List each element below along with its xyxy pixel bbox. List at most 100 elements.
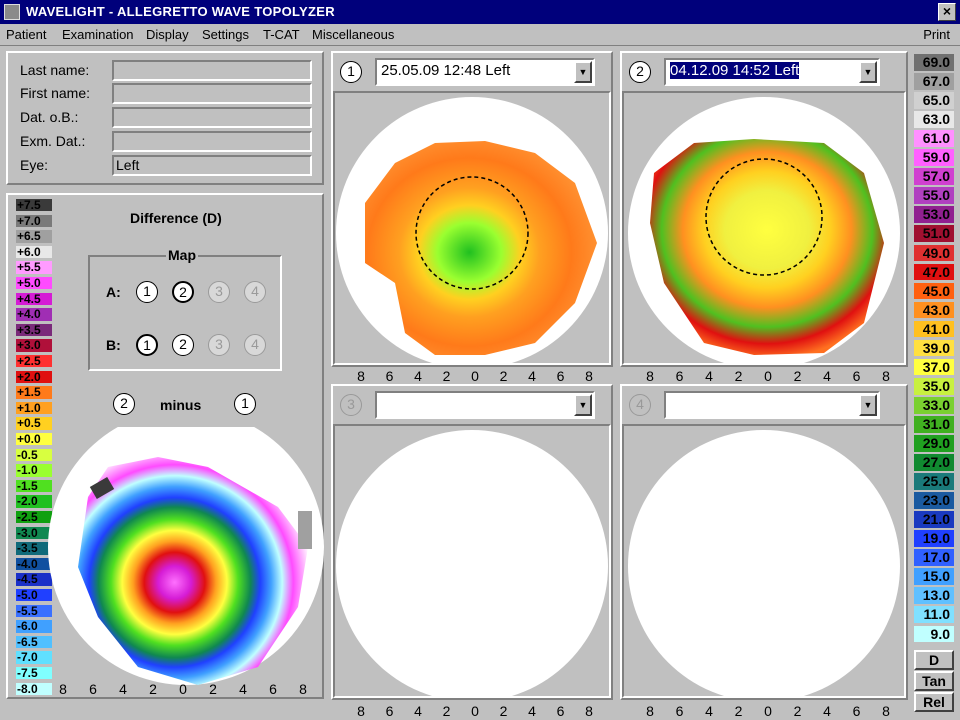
- axis-label: 6: [269, 681, 277, 697]
- axis-label: 6: [556, 703, 565, 719]
- axis-label: 2: [793, 368, 802, 384]
- map-2-exam-select[interactable]: 04.12.09 14:52 Left ▼: [664, 58, 880, 86]
- scale-value: 45.0: [914, 282, 954, 301]
- map-3-area: [333, 424, 611, 702]
- axis-label: 8: [882, 703, 890, 719]
- scale-value: 65.0: [914, 92, 954, 110]
- menu-display[interactable]: Display: [146, 27, 189, 42]
- difference-scale-value: +4.0: [16, 308, 52, 321]
- map-a-button-3[interactable]: 3: [208, 281, 230, 303]
- axis-label: 4: [823, 368, 831, 384]
- axis-label: 2: [209, 681, 217, 697]
- map-2-exam-value: 04.12.09 14:52 Left: [670, 62, 800, 79]
- axis-label: 6: [852, 368, 861, 384]
- difference-panel: +7.5 +7.0 +6.5 +6.0 +5.5 +5.0 +4.5 +4.0 +3.5 +3.0…: [6, 193, 324, 699]
- scale-value: 61.0: [914, 130, 954, 148]
- map-group-label: Map: [166, 247, 198, 263]
- axis-label: 6: [675, 703, 684, 719]
- difference-title: Difference (D): [130, 210, 222, 226]
- dropdown-arrow-icon[interactable]: ▼: [859, 61, 877, 83]
- scale-value: 41.0: [914, 320, 954, 339]
- scale-button-tan[interactable]: Tan: [914, 671, 954, 691]
- menu-examination[interactable]: Examination: [62, 27, 134, 42]
- scale-value: 33.0: [914, 396, 954, 415]
- axis-label: 2: [734, 368, 743, 384]
- map-4-area: [622, 424, 906, 702]
- exam-date-field[interactable]: [112, 131, 312, 152]
- row-a-label: A:: [106, 284, 121, 300]
- first-name-field[interactable]: [112, 83, 312, 104]
- close-button[interactable]: ×: [938, 3, 956, 21]
- scale-value: 15.0: [914, 568, 954, 587]
- eye-label: Eye:: [20, 157, 49, 173]
- map-b-button-2[interactable]: 2: [172, 334, 194, 356]
- map-b-button-3[interactable]: 3: [208, 334, 230, 356]
- axis-label: 4: [823, 703, 831, 719]
- scale-value: 31.0: [914, 415, 954, 434]
- axis-label: 4: [414, 703, 422, 719]
- axis-label: 6: [852, 703, 861, 719]
- app-icon: [4, 4, 20, 20]
- difference-scale-value: -3.5: [16, 542, 52, 555]
- axis-label: 8: [357, 368, 365, 384]
- difference-scale-value: -3.0: [16, 526, 52, 539]
- axis-label: 6: [556, 368, 565, 384]
- map-1-exam-select[interactable]: 25.05.09 12:48 Left ▼: [375, 58, 595, 86]
- dropdown-arrow-icon[interactable]: ▼: [574, 61, 592, 83]
- difference-scale-value: +3.0: [16, 339, 52, 352]
- axis-label: 0: [471, 703, 479, 719]
- scale-value: 11.0: [914, 606, 954, 625]
- axis-label: 2: [442, 703, 451, 719]
- scale-value: 53.0: [914, 206, 954, 225]
- scale-value: 57.0: [914, 168, 954, 186]
- menu-miscellaneous[interactable]: Miscellaneous: [312, 27, 394, 42]
- dropdown-arrow-icon[interactable]: ▼: [859, 394, 877, 416]
- map-1-number: 1: [340, 61, 362, 83]
- difference-scale-value: +2.0: [16, 370, 52, 383]
- exam-date-label: Exm. Dat.:: [20, 133, 86, 149]
- scale-value: 17.0: [914, 549, 954, 567]
- axis-label: 0: [764, 368, 772, 384]
- axis-label: 2: [734, 703, 743, 719]
- axis-label: 8: [646, 368, 654, 384]
- map-b-button-1[interactable]: 1: [136, 334, 158, 356]
- map-a-button-4[interactable]: 4: [244, 281, 266, 303]
- map-1-area: [333, 91, 611, 369]
- map-3-number: 3: [340, 394, 362, 416]
- scale-value: 39.0: [914, 339, 954, 358]
- menu-settings[interactable]: Settings: [202, 27, 249, 42]
- scale-value: 21.0: [914, 511, 954, 529]
- axis-label: 6: [675, 368, 684, 384]
- map-2-area: [622, 91, 906, 369]
- difference-scale-value: +2.5: [16, 355, 52, 368]
- map-b-button-4[interactable]: 4: [244, 334, 266, 356]
- axis-label: 6: [385, 703, 394, 719]
- map-a-button-2[interactable]: 2: [172, 281, 194, 303]
- scale-value: 9.0: [914, 625, 954, 644]
- map-3-exam-select[interactable]: ▼: [375, 391, 595, 419]
- scale-value: 43.0: [914, 301, 954, 320]
- dropdown-arrow-icon[interactable]: ▼: [574, 394, 592, 416]
- menu-patient[interactable]: Patient: [6, 27, 46, 42]
- last-name-field[interactable]: [112, 60, 312, 81]
- axis-label: 4: [705, 368, 713, 384]
- scale-button-rel[interactable]: Rel: [914, 692, 954, 712]
- dob-field[interactable]: [112, 107, 312, 128]
- difference-scale-value: -0.5: [16, 448, 52, 461]
- menu-tcat[interactable]: T-CAT: [263, 27, 300, 42]
- map-a-button-1[interactable]: 1: [136, 281, 158, 303]
- menu-print[interactable]: Print: [923, 27, 950, 42]
- difference-scale-value: +0.5: [16, 417, 52, 430]
- axis-label: 2: [499, 703, 508, 719]
- scale-button-d[interactable]: D: [914, 650, 954, 670]
- axis-label: 4: [414, 368, 422, 384]
- difference-scale-value: -5.0: [16, 589, 52, 602]
- axis-label: 8: [882, 368, 890, 384]
- map-2-number: 2: [629, 61, 651, 83]
- map-4-exam-select[interactable]: ▼: [664, 391, 880, 419]
- scale-value: 47.0: [914, 263, 954, 282]
- eye-field[interactable]: Left: [112, 155, 312, 176]
- difference-scale-value: -6.0: [16, 620, 52, 633]
- axis-label: 8: [585, 703, 593, 719]
- map-1-topography: [336, 97, 608, 369]
